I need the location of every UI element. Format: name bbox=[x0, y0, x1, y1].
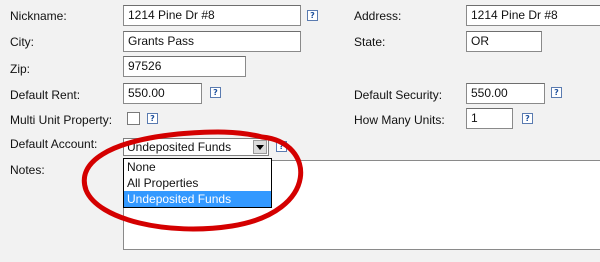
state-label: State: bbox=[354, 35, 386, 49]
city-input[interactable]: Grants Pass bbox=[123, 31, 301, 52]
zip-input[interactable]: 97526 bbox=[123, 56, 246, 77]
default-account-dropdown-list: None All Properties Undeposited Funds bbox=[123, 158, 272, 208]
multi-unit-label: Multi Unit Property: bbox=[10, 113, 113, 127]
option-undeposited-funds[interactable]: Undeposited Funds bbox=[124, 191, 271, 207]
default-account-selected-value: Undeposited Funds bbox=[127, 140, 232, 154]
nickname-label: Nickname: bbox=[10, 9, 67, 23]
help-icon[interactable]: ? bbox=[307, 10, 318, 21]
nickname-input[interactable]: 1214 Pine Dr #8 bbox=[123, 5, 301, 26]
default-security-input[interactable]: 550.00 bbox=[466, 83, 545, 104]
chevron-down-icon[interactable] bbox=[253, 140, 267, 154]
address-input[interactable]: 1214 Pine Dr #8 bbox=[466, 5, 600, 26]
help-icon[interactable]: ? bbox=[210, 87, 221, 98]
how-many-units-input[interactable]: 1 bbox=[466, 108, 513, 129]
option-all-properties[interactable]: All Properties bbox=[124, 175, 271, 191]
default-security-label: Default Security: bbox=[354, 88, 443, 102]
help-icon[interactable]: ? bbox=[522, 113, 533, 124]
zip-label: Zip: bbox=[10, 62, 31, 76]
help-icon[interactable]: ? bbox=[147, 113, 158, 124]
help-icon[interactable]: ? bbox=[551, 87, 562, 98]
multi-unit-checkbox[interactable] bbox=[127, 112, 140, 125]
default-rent-input[interactable]: 550.00 bbox=[123, 83, 202, 104]
address-label: Address: bbox=[354, 9, 402, 23]
state-input[interactable]: OR bbox=[466, 31, 542, 52]
option-none[interactable]: None bbox=[124, 159, 271, 175]
notes-label: Notes: bbox=[10, 163, 45, 177]
default-account-select[interactable]: Undeposited Funds bbox=[123, 138, 269, 156]
default-account-label: Default Account: bbox=[10, 137, 98, 151]
help-icon[interactable]: ? bbox=[276, 141, 287, 152]
how-many-units-label: How Many Units: bbox=[354, 113, 445, 127]
default-rent-label: Default Rent: bbox=[10, 88, 81, 102]
city-label: City: bbox=[10, 35, 34, 49]
